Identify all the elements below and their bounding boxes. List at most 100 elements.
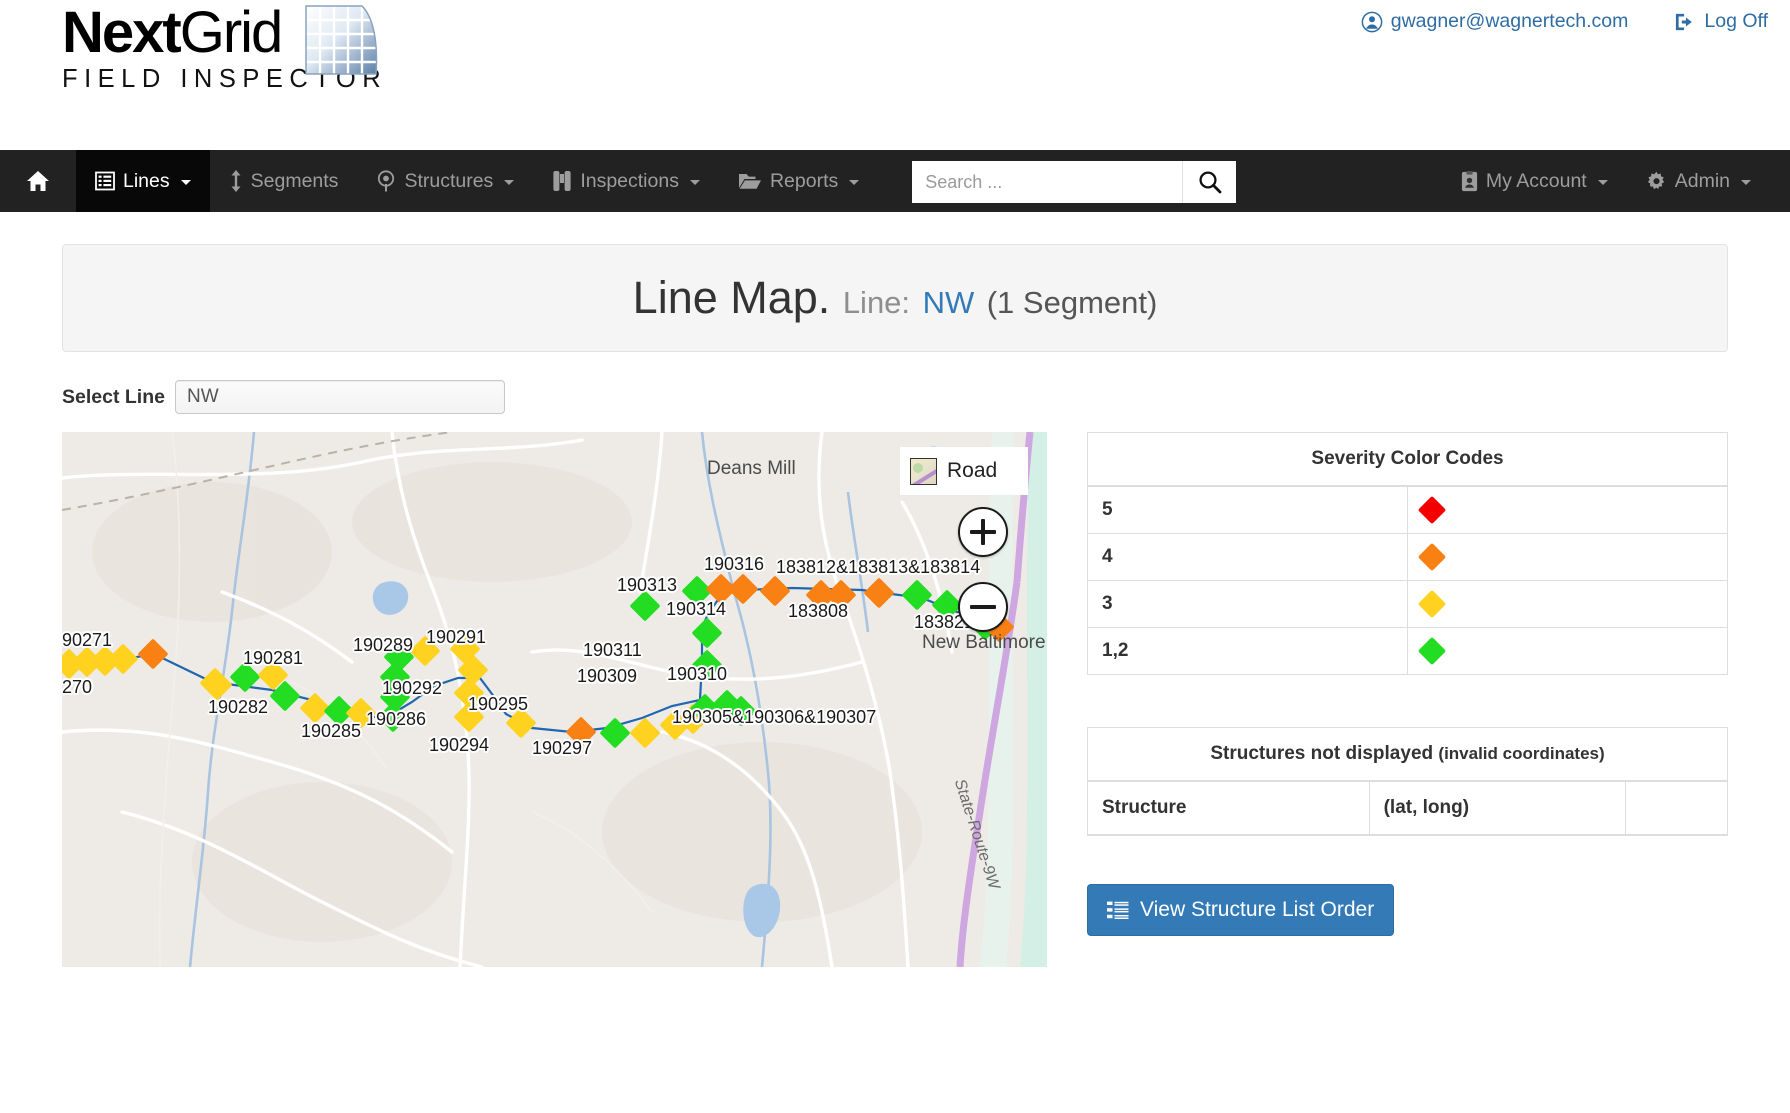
search-button[interactable] <box>1182 161 1236 203</box>
structure-label: 190309 <box>577 666 637 687</box>
map-thumbnail-icon <box>910 458 937 485</box>
list-icon <box>1107 901 1129 919</box>
severity-level: 1,2 <box>1088 628 1408 675</box>
chevron-down-icon <box>849 180 859 185</box>
brand-name-light: Grid <box>180 0 282 65</box>
severity-level: 3 <box>1088 581 1408 628</box>
sign-out-icon <box>1674 12 1696 32</box>
severity-level: 4 <box>1088 534 1408 581</box>
column-header-blank <box>1625 781 1727 835</box>
brand-tagline: FIELD INSPECTOR <box>62 64 442 94</box>
not-displayed-title: Structures not displayed (invalid coordi… <box>1088 728 1728 782</box>
brand-name-bold: Next <box>62 0 180 65</box>
user-circle-icon <box>1361 11 1383 33</box>
nav-item-admin-label: Admin <box>1675 170 1730 193</box>
logoff-link[interactable]: Log Off <box>1674 10 1768 33</box>
select-line-input[interactable] <box>175 380 505 414</box>
page-container: Line Map. Line: NW (1 Segment) Select Li… <box>0 244 1790 967</box>
nav-item-home[interactable] <box>0 150 76 212</box>
select-line-row: Select Line <box>62 380 1728 414</box>
select-line-label: Select Line <box>62 386 165 409</box>
top-bar: NextGrid FIELD INSPECTOR <box>0 0 1790 150</box>
map-side-panel: Severity Color Codes 5431,2 Structures n… <box>1087 432 1728 967</box>
page-title-segment-count: (1 Segment) <box>987 285 1158 320</box>
structure-label: 190305&190306&190307 <box>672 707 876 728</box>
structure-label: 190281 <box>243 648 303 669</box>
map-marker-icon <box>376 170 396 192</box>
structure-label: 190310 <box>667 664 727 685</box>
severity-swatch-cell <box>1408 534 1728 581</box>
table-row: 4 <box>1088 534 1728 581</box>
view-structure-list-order-button[interactable]: View Structure List Order <box>1087 884 1394 936</box>
search-icon <box>1197 169 1223 195</box>
page-title-line-name[interactable]: NW <box>923 285 975 320</box>
nav-item-structures-label: Structures <box>404 170 493 193</box>
line-map[interactable]: 9027127019028119028219028519028619028919… <box>62 432 1047 967</box>
user-email-link[interactable]: gwagner@wagnertech.com <box>1361 10 1629 33</box>
structure-label: 190294 <box>429 735 489 756</box>
structure-label: 190297 <box>532 738 592 759</box>
nav-item-inspections-label: Inspections <box>580 170 679 193</box>
main-navbar: Lines Segments Structures <box>0 150 1790 212</box>
table-row: 3 <box>1088 581 1728 628</box>
map-type-selector[interactable]: Road <box>900 447 1028 495</box>
structure-label: 270 <box>62 677 92 698</box>
map-place-label: New Baltimore <box>922 632 1046 654</box>
table-header-row: Severity Color Codes <box>1088 433 1728 487</box>
not-displayed-title-main: Structures not displayed <box>1210 743 1433 764</box>
structure-label: 183812&183813&183814 <box>776 557 980 578</box>
table-row: 1,2 <box>1088 628 1728 675</box>
id-badge-icon <box>1461 171 1478 192</box>
nav-item-inspections[interactable]: Inspections <box>533 150 719 212</box>
user-email-text: gwagner@wagnertech.com <box>1391 10 1629 33</box>
severity-color-codes-table: Severity Color Codes 5431,2 <box>1087 432 1728 675</box>
nav-item-segments[interactable]: Segments <box>210 150 358 212</box>
nav-item-segments-label: Segments <box>251 170 339 193</box>
grid-logo-icon <box>304 4 382 82</box>
nav-item-my-account[interactable]: My Account <box>1442 150 1627 212</box>
structure-label: 190316 <box>704 554 764 575</box>
structure-label: 190282 <box>208 697 268 718</box>
chevron-down-icon <box>1598 180 1608 185</box>
structure-label: 183808 <box>788 601 848 622</box>
not-displayed-title-suffix: (invalid coordinates) <box>1438 744 1604 763</box>
map-place-label: Deans Mill <box>707 458 796 480</box>
chevron-down-icon <box>181 180 191 185</box>
structure-label: 190295 <box>468 694 528 715</box>
map-zoom-in-button[interactable] <box>958 507 1008 557</box>
chevron-down-icon <box>1741 180 1751 185</box>
table-row: 5 <box>1088 486 1728 534</box>
structure-label: 90271 <box>62 630 112 651</box>
nav-item-lines[interactable]: Lines <box>76 150 210 212</box>
nav-item-structures[interactable]: Structures <box>357 150 533 212</box>
nav-item-admin[interactable]: Admin <box>1627 150 1770 212</box>
structure-label: 190292 <box>382 678 442 699</box>
structure-label: 190286 <box>366 709 426 730</box>
logoff-text: Log Off <box>1704 10 1768 33</box>
page-title: Line Map. Line: NW (1 Segment) <box>633 272 1158 324</box>
arrows-v-icon <box>229 170 243 192</box>
minus-icon <box>970 605 996 609</box>
severity-swatch-cell <box>1408 486 1728 534</box>
nav-item-reports[interactable]: Reports <box>719 150 878 212</box>
folder-open-icon <box>738 171 762 191</box>
structures-not-displayed-table: Structures not displayed (invalid coordi… <box>1087 727 1728 836</box>
severity-table-body: 5431,2 <box>1088 486 1728 675</box>
list-alt-icon <box>95 171 115 191</box>
binoculars-icon <box>552 170 572 192</box>
plus-icon-v <box>981 519 985 545</box>
column-header-structure: Structure <box>1088 781 1370 835</box>
map-zoom-out-button[interactable] <box>958 582 1008 632</box>
search-input[interactable] <box>912 161 1182 203</box>
main-content-row: 9027127019028119028219028519028619028919… <box>62 432 1728 967</box>
chevron-down-icon <box>690 180 700 185</box>
home-icon <box>26 170 50 192</box>
severity-swatch-cell <box>1408 581 1728 628</box>
severity-diamond-icon <box>1418 543 1446 571</box>
brand-logo[interactable]: NextGrid FIELD INSPECTOR <box>62 2 442 107</box>
severity-diamond-icon <box>1418 496 1446 524</box>
severity-swatch-cell <box>1408 628 1728 675</box>
page-title-main: Line Map. <box>633 272 831 323</box>
severity-level: 5 <box>1088 486 1408 534</box>
navbar-left-group: Lines Segments Structures <box>0 150 1236 212</box>
